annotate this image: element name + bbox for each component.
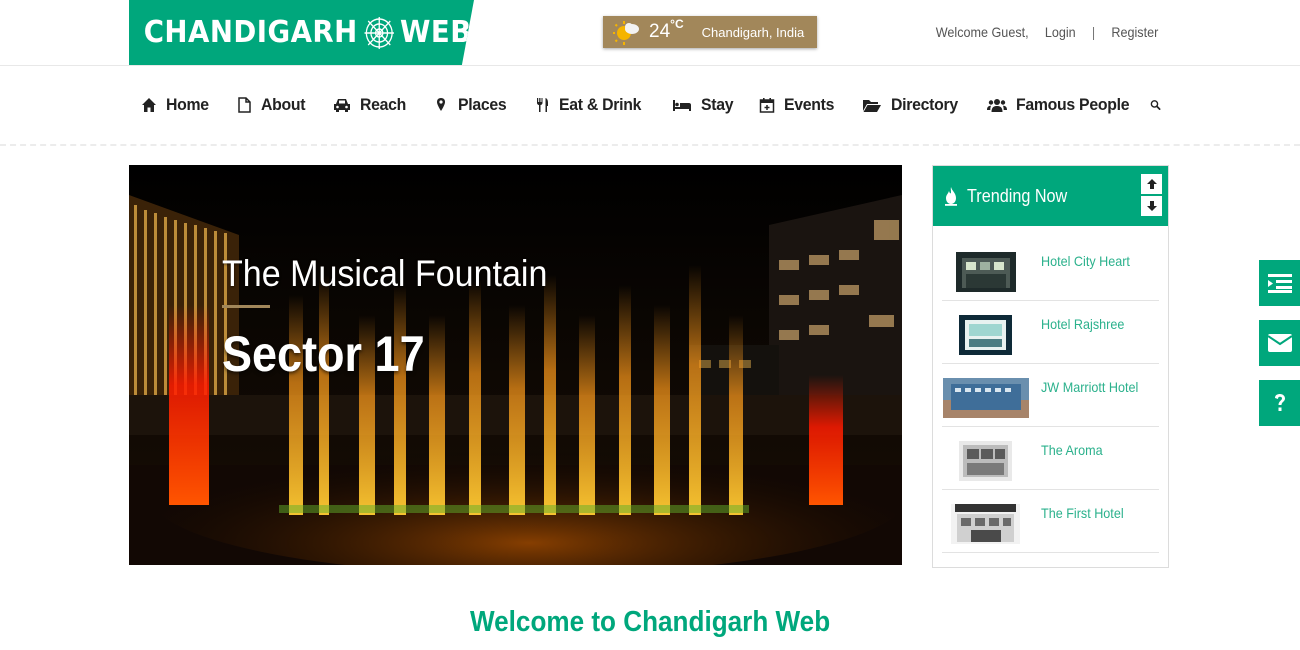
trending-item[interactable]: JW Marriott Hotel [942,364,1159,427]
trending-item-name: Hotel Rajshree [1041,316,1125,332]
trending-item[interactable]: The Aroma [942,427,1159,490]
trending-item[interactable]: The First Hotel [942,490,1159,553]
nav-item-reach[interactable]: Reach [321,85,422,125]
hero-subtitle: The Musical Fountain [222,253,548,294]
map-pin-icon [437,98,446,111]
user-links: Welcome Guest, Login | Register [935,24,1158,40]
site-logo[interactable]: CHANDIGARH WEB [129,0,474,65]
nav-item-about[interactable]: About [224,85,321,125]
envelope-icon [1267,334,1292,352]
page: CHANDIGARH WEB 24°C Chandigarh, India We… [0,0,1300,650]
trending-title: Trending Now [967,185,1068,206]
welcome-heading-text: Welcome to Chandigarh Web [469,606,831,638]
hero-divider [222,305,270,308]
side-help-button[interactable] [1259,380,1300,426]
trending-up-button[interactable] [1141,174,1162,194]
nav-item-directory[interactable]: Directory [850,85,975,125]
weather-location: Chandigarh, India [701,24,805,40]
side-email-button[interactable] [1259,320,1300,366]
logo-text: CHANDIGARH WEB [129,15,472,50]
nav-label-home: Home [166,95,209,114]
weather-temp-value: 24 [649,21,671,42]
search-icon[interactable] [1150,97,1161,113]
trending-item[interactable]: Hotel City Heart [942,238,1159,301]
register-link[interactable]: Register [1111,24,1158,40]
trending-panel: Trending Now Hotel City Heart Hotel Rajs… [932,165,1169,568]
nav-divider [0,144,1300,146]
hotel-thumbnail [959,441,1012,481]
weather-temperature: 24°C [649,17,684,43]
fire-icon [945,187,957,206]
login-link[interactable]: Login [1045,24,1076,40]
nav-item-famous-people[interactable]: Famous People [975,85,1150,125]
hotel-thumbnail [956,252,1016,292]
utensils-icon [537,98,549,112]
nav-label-stay: Stay [700,95,734,114]
hero-title: Sector 17 [222,326,425,382]
bed-icon [672,100,691,111]
list-icon [1267,274,1292,293]
trending-down-button[interactable] [1141,196,1162,216]
trending-list: Hotel City Heart Hotel Rajshree JW Marri… [942,238,1159,553]
nav-label-famous-people: Famous People [1016,95,1130,114]
nav-item-places[interactable]: Places [421,85,522,125]
users-icon [987,99,1008,112]
nav-label-reach: Reach [359,95,406,114]
question-icon [1274,394,1285,411]
calendar-icon [760,98,775,113]
hero-slider[interactable]: The Musical Fountain Sector 17 [129,165,902,565]
spider-web-icon [364,16,394,49]
nav-label-about: About [261,95,306,114]
welcome-heading: Welcome to Chandigarh Web [0,606,1300,639]
user-links-separator: | [1091,24,1095,40]
weather-widget: 24°C Chandigarh, India [603,16,817,48]
logo-text-part1: CHANDIGARH [143,15,358,50]
car-icon [333,99,350,112]
trending-item-name: Hotel City Heart [1041,253,1130,269]
side-list-button[interactable] [1259,260,1300,306]
nav-label-events: Events [784,95,835,114]
trending-item-name: The First Hotel [1041,505,1124,521]
trending-item-name: The Aroma [1041,442,1103,458]
nav-item-stay[interactable]: Stay [660,85,748,125]
hotel-thumbnail [943,378,1029,418]
document-icon [238,97,251,113]
nav-label-directory: Directory [891,95,959,114]
hotel-thumbnail [959,315,1012,355]
sun-cloud-icon [613,21,639,45]
nav-item-events[interactable]: Events [747,85,850,125]
trending-item-name: JW Marriott Hotel [1041,379,1139,395]
nav-label-eat-drink: Eat & Drink [559,95,642,114]
trending-item[interactable]: Hotel Rajshree [942,301,1159,364]
hotel-thumbnail [951,504,1020,544]
logo-text-part2: WEB [400,15,472,50]
nav-item-eat-drink[interactable]: Eat & Drink [522,85,659,125]
folder-open-icon [863,100,882,112]
trending-header: Trending Now [933,166,1168,226]
welcome-guest-text: Welcome Guest, [935,24,1029,40]
top-bar: CHANDIGARH WEB 24°C Chandigarh, India We… [0,0,1300,66]
trending-arrows [1141,174,1162,216]
arrow-down-icon [1146,201,1157,211]
nav-item-home[interactable]: Home [129,85,224,125]
home-icon [142,98,156,112]
weather-temp-unit: °C [670,17,684,31]
nav-label-places: Places [458,95,507,114]
arrow-up-icon [1146,179,1157,189]
main-nav: Home About Reach Places Eat & Drink Stay… [129,66,1169,144]
